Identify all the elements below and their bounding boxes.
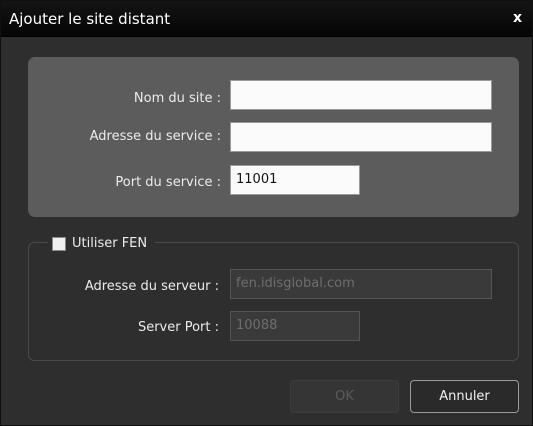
fen-toggle[interactable]: Utiliser FEN [48, 234, 156, 254]
service-address-label: Adresse du service : [89, 129, 221, 144]
add-remote-site-dialog: Ajouter le site distant x Nom du site : … [0, 0, 533, 426]
service-port-input[interactable]: 11001 [230, 165, 360, 195]
dialog-title: Ajouter le site distant [9, 10, 171, 28]
close-icon[interactable]: x [513, 10, 522, 26]
server-address-input: fen.idisglobal.com [230, 269, 492, 299]
server-port-label: Server Port : [137, 320, 219, 335]
server-address-label: Adresse du serveur : [84, 279, 219, 294]
service-address-input[interactable] [230, 122, 492, 152]
fen-checkbox-label: Utiliser FEN [72, 236, 148, 251]
service-port-label: Port du service : [115, 175, 221, 190]
site-name-input[interactable] [230, 80, 492, 110]
site-name-label: Nom du site : [133, 91, 221, 106]
title-bar[interactable]: Ajouter le site distant x [1, 1, 532, 37]
ok-button[interactable]: OK [290, 380, 399, 413]
fen-group [28, 242, 519, 361]
fen-checkbox[interactable] [52, 237, 66, 251]
server-port-input: 10088 [230, 311, 360, 341]
cancel-button[interactable]: Annuler [410, 380, 519, 413]
